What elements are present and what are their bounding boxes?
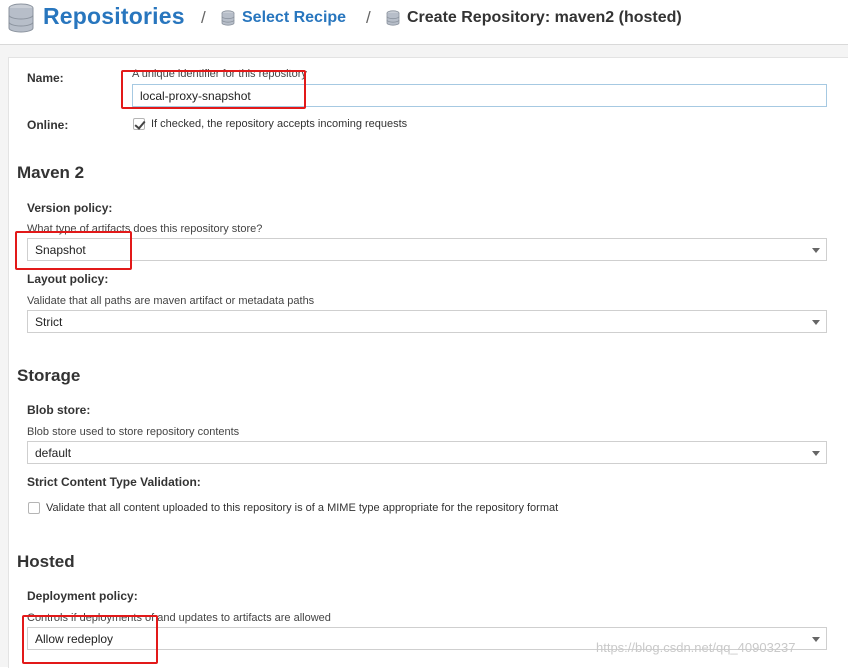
- layout-policy-label: Layout policy:: [27, 272, 109, 286]
- breadcrumb-repositories[interactable]: Repositories: [43, 3, 185, 30]
- layout-policy-select[interactable]: Strict: [27, 310, 827, 333]
- blob-store-select[interactable]: default: [27, 441, 827, 464]
- breadcrumb-separator: /: [201, 8, 206, 27]
- maven-section-heading: Maven 2: [17, 163, 85, 182]
- version-policy-select[interactable]: Snapshot: [27, 238, 827, 261]
- online-checkbox-label: If checked, the repository accepts incom…: [151, 118, 408, 130]
- strict-validation-label: Strict Content Type Validation:: [27, 475, 201, 489]
- breadcrumb-separator: /: [366, 8, 371, 27]
- repository-form: [8, 57, 848, 668]
- database-icon: [8, 3, 34, 33]
- deployment-policy-label: Deployment policy:: [27, 589, 138, 603]
- online-label: Online:: [27, 118, 69, 132]
- chevron-down-icon: [812, 451, 820, 456]
- layout-policy-value: Strict: [35, 315, 63, 329]
- name-help-text: A unique identifier for this repository: [132, 68, 307, 80]
- version-policy-value: Snapshot: [35, 243, 86, 257]
- storage-section-heading: Storage: [17, 366, 81, 385]
- version-policy-label: Version policy:: [27, 201, 113, 215]
- blob-store-value: default: [35, 446, 72, 460]
- blob-store-label: Blob store:: [27, 403, 91, 417]
- version-policy-help-text: What type of artifacts does this reposit…: [27, 223, 263, 235]
- database-icon: [221, 10, 235, 26]
- database-icon: [386, 10, 400, 26]
- online-checkbox[interactable]: [133, 118, 146, 130]
- blob-store-help-text: Blob store used to store repository cont…: [27, 426, 240, 438]
- strict-validation-checkbox-label: Validate that all content uploaded to th…: [46, 502, 559, 514]
- deployment-policy-help-text: Controls if deployments of and updates t…: [27, 612, 331, 624]
- hosted-section-heading: Hosted: [17, 552, 75, 571]
- breadcrumb-select-recipe[interactable]: Select Recipe: [242, 9, 346, 27]
- chevron-down-icon: [812, 320, 820, 325]
- content-area: [0, 45, 848, 668]
- chevron-down-icon: [812, 248, 820, 253]
- strict-validation-checkbox[interactable]: [28, 502, 40, 514]
- watermark-text: https://blog.csdn.net/qq_40903237: [596, 640, 796, 655]
- name-input[interactable]: [132, 84, 827, 107]
- name-label: Name:: [27, 71, 64, 85]
- chevron-down-icon: [812, 637, 820, 642]
- deployment-policy-value: Allow redeploy: [35, 632, 114, 646]
- layout-policy-help-text: Validate that all paths are maven artifa…: [27, 295, 315, 307]
- check-icon: [134, 118, 146, 130]
- breadcrumb-current-page: Create Repository: maven2 (hosted): [407, 9, 682, 26]
- breadcrumb: Repositories / Select Recipe / Create Re…: [0, 0, 848, 45]
